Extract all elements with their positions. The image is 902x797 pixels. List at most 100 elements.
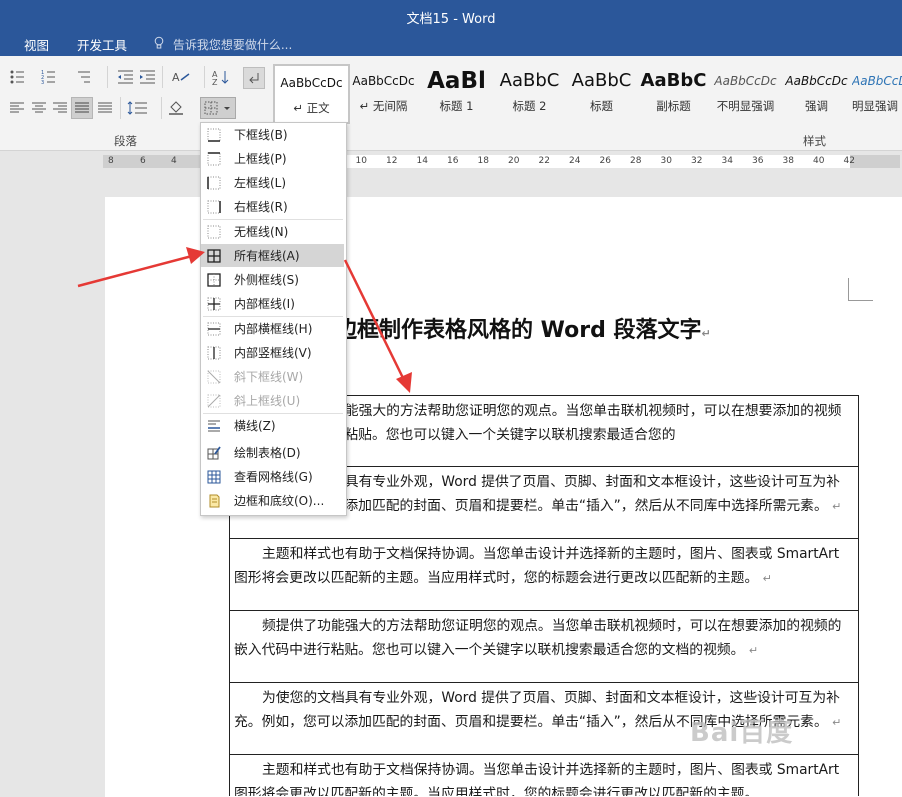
menu-item-top-border[interactable]: 上框线(P) [201, 147, 344, 170]
menu-item-label: 斜上框线(U) [234, 394, 301, 408]
right-border-icon [207, 200, 221, 213]
style-intense-emphasis[interactable]: AaBbCcDc 明显强调 [852, 64, 902, 120]
paragraph-text: 主题和样式也有助于文档保持协调。当您单击设计并选择新的主题时，图片、图表或 Sm… [234, 546, 840, 586]
bordered-paragraph[interactable]: 主题和样式也有助于文档保持协调。当您单击设计并选择新的主题时，图片、图表或 Sm… [229, 538, 859, 612]
menu-item-inside-borders[interactable]: 内部框线(I) [201, 292, 344, 315]
ruler-number: 12 [386, 156, 398, 166]
menu-item-label: 左框线(L) [234, 176, 287, 190]
paragraph-mark-icon: ↵ [762, 572, 772, 585]
tab-developer[interactable]: 开发工具 [77, 35, 127, 54]
style-subtle-emphasis[interactable]: AaBbCcDc 不明显强调 [709, 64, 782, 120]
distributed-button[interactable] [95, 98, 115, 118]
menu-item-label: 内部竖框线(V) [234, 346, 312, 360]
tell-me-box[interactable]: 告诉我您想要做什么... [154, 36, 292, 53]
menu-item-label: 下框线(B) [234, 128, 288, 142]
bordered-paragraph[interactable]: 频提供了功能强大的方法帮助您证明您的观点。当您单击联机视频时，可以在想要添加的视… [229, 610, 859, 684]
style-heading-2[interactable]: AaBbC 标题 2 [493, 64, 566, 120]
align-left-button[interactable] [7, 98, 27, 118]
style-sample: AaBbCcDc [280, 76, 343, 90]
paragraph-mark-icon: ↵ [832, 716, 842, 729]
inside-borders-icon [207, 297, 221, 310]
style-normal[interactable]: AaBbCcDc ↵ 正文 [273, 64, 350, 124]
group-label-styles: 样式 [803, 134, 826, 148]
style-no-spacing[interactable]: AaBbCcDc ↵ 无间隔 [347, 64, 420, 120]
tab-view[interactable]: 视图 [24, 35, 49, 54]
style-title[interactable]: AaBbC 标题 [565, 64, 638, 120]
menu-item-label: 边框和底纹(O)... [234, 494, 325, 508]
ruler-number: 38 [782, 156, 794, 166]
ruler-number: 22 [538, 156, 550, 166]
menu-item-horizontal-line[interactable]: 横线(Z) [201, 414, 344, 437]
menu-item-inside-horizontal[interactable]: 内部横框线(H) [201, 317, 344, 340]
lightbulb-icon [154, 36, 164, 52]
bullets-button[interactable] [9, 67, 29, 87]
menu-item-draw-table[interactable]: 绘制表格(D) [201, 441, 344, 464]
menu-item-label: 绘制表格(D) [234, 446, 301, 460]
ruler-number: 16 [447, 156, 459, 166]
menu-item-label: 内部框线(I) [234, 297, 295, 311]
diagonal-down-border-icon [207, 370, 221, 383]
paragraph-mark-icon: ↵ [748, 644, 759, 657]
menu-item-outside-borders[interactable]: 外侧框线(S) [201, 268, 344, 291]
menu-item-no-border[interactable]: 无框线(N) [201, 220, 344, 243]
menu-item-all-borders[interactable]: 所有框线(A) [201, 244, 344, 267]
numbering-button[interactable]: 123 [40, 67, 60, 87]
svg-text:Z: Z [212, 78, 218, 85]
style-name: ↵ 正文 [293, 101, 330, 115]
style-emphasis[interactable]: AaBbCcDc 强调 [780, 64, 853, 120]
ribbon-separator [107, 66, 108, 88]
decrease-indent-button[interactable] [116, 67, 136, 87]
ruler-number: 14 [416, 156, 428, 166]
ruler-number: 42 [843, 156, 855, 166]
no-border-icon [207, 225, 221, 238]
menu-item-left-border[interactable]: 左框线(L) [201, 171, 344, 194]
menu-item-borders-shading[interactable]: 边框和底纹(O)... [201, 489, 344, 512]
style-name: 强调 [805, 99, 828, 113]
bordered-paragraph[interactable]: 主题和样式也有助于文档保持协调。当您单击设计并选择新的主题时，图片、图表或 Sm… [229, 754, 859, 796]
style-name: 标题 1 [439, 99, 474, 113]
style-sample: AaBbC [499, 70, 560, 91]
menu-item-label: 斜下框线(W) [234, 370, 304, 384]
menu-item-diagonal-up[interactable]: 斜上框线(U) [201, 389, 344, 412]
ruler-number: 30 [660, 156, 672, 166]
menu-item-view-gridlines[interactable]: 查看网格线(G) [201, 465, 344, 488]
menu-item-right-border[interactable]: 右框线(R) [201, 195, 344, 218]
multilevel-list-button[interactable] [75, 67, 95, 87]
style-name: 标题 [590, 99, 613, 113]
document-heading[interactable]: 用边框制作表格风格的 Word 段落文字↵ [313, 312, 711, 344]
align-right-button[interactable] [50, 98, 70, 118]
window-title: 文档15 - Word [406, 12, 496, 27]
style-subtitle[interactable]: AaBbC 副标题 [637, 64, 710, 120]
style-heading-1[interactable]: AaBl 标题 1 [420, 64, 493, 120]
chinese-layout-button[interactable]: A [171, 67, 191, 87]
sort-button[interactable]: AZ [211, 67, 231, 87]
ribbon-separator [204, 66, 205, 88]
menu-item-label: 外侧框线(S) [234, 273, 299, 287]
ruler-number: 28 [630, 156, 642, 166]
menu-item-diagonal-down[interactable]: 斜下框线(W) [201, 365, 344, 388]
increase-indent-button[interactable] [138, 67, 158, 87]
ruler-number: 40 [813, 156, 825, 166]
ruler-number: 18 [477, 156, 489, 166]
style-name: 标题 2 [512, 99, 547, 113]
menu-item-label: 查看网格线(G) [234, 470, 313, 484]
line-spacing-button[interactable] [127, 98, 147, 118]
show-marks-button[interactable] [243, 67, 265, 89]
heading-text: 用边框制作表格风格的 Word 段落文字 [313, 318, 702, 343]
menu-item-label: 上框线(P) [234, 152, 287, 166]
style-sample: AaBbCcDc [714, 74, 777, 88]
ruler-number: 24 [569, 156, 581, 166]
borders-button[interactable] [200, 97, 236, 119]
left-border-icon [207, 176, 221, 189]
menu-item-label: 右框线(R) [234, 200, 288, 214]
all-borders-icon [207, 248, 221, 263]
shading-button[interactable] [167, 97, 187, 117]
justify-button[interactable] [71, 97, 93, 119]
menu-item-bottom-border[interactable]: 下框线(B) [201, 123, 344, 146]
align-center-button[interactable] [29, 98, 49, 118]
style-name: 副标题 [656, 99, 691, 113]
tell-me-placeholder: 告诉我您想要做什么... [172, 38, 293, 52]
ruler-number: 32 [691, 156, 703, 166]
style-name: ↵ 无间隔 [359, 99, 408, 113]
menu-item-inside-vertical[interactable]: 内部竖框线(V) [201, 341, 344, 364]
